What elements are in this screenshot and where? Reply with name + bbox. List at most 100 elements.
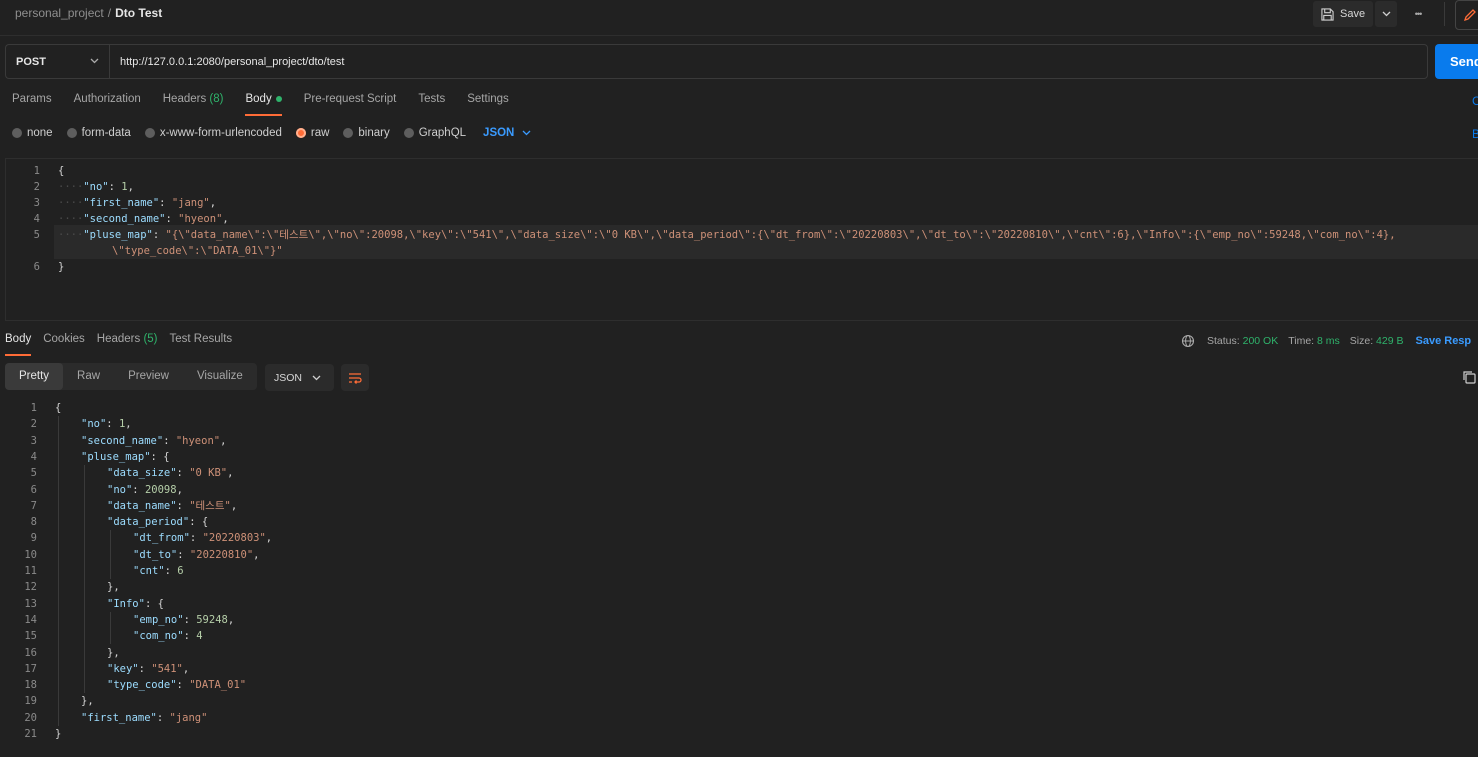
code-line: 18 "type_code": "DATA_01" (0, 677, 1470, 693)
radio-none[interactable]: none (12, 127, 53, 139)
edit-button[interactable] (1455, 0, 1478, 30)
radio-form-data[interactable]: form-data (66, 127, 131, 139)
json-value: 6 (177, 565, 184, 577)
view-preview[interactable]: Preview (114, 363, 183, 390)
line-content: "cnt": 6 (133, 563, 184, 579)
save-button[interactable]: Save (1313, 1, 1373, 27)
beautify-link-clipped[interactable]: B (1472, 127, 1478, 141)
tab-label: Body (5, 333, 32, 345)
body-format-select[interactable]: JSON (483, 127, 531, 139)
line-number: 7 (30, 499, 37, 512)
json-colon: : (189, 532, 203, 545)
json-value: "541" (151, 662, 183, 675)
radio-binary[interactable]: binary (343, 127, 390, 139)
line-content: ····"first_name": "jang", (58, 195, 216, 211)
tab-body[interactable]: Body (245, 93, 282, 116)
response-tab-body[interactable]: Body (5, 333, 32, 356)
line-number: 3 (33, 197, 40, 209)
response-tab-cookies[interactable]: Cookies (43, 333, 85, 355)
body-modified-indicator (275, 95, 282, 102)
line-content: "key": "541", (107, 661, 189, 677)
tab-tests[interactable]: Tests (418, 93, 445, 115)
json-colon: : (163, 434, 176, 447)
indent-guide-line (58, 416, 59, 726)
tab-label: Test Results (169, 333, 233, 345)
wrap-lines-button[interactable] (341, 364, 369, 391)
url-input[interactable]: http://127.0.0.1:2080/personal_project/d… (109, 44, 1428, 79)
save-response-button[interactable]: Save Resp (1416, 335, 1472, 347)
json-key: "pluse_map" (83, 229, 153, 241)
json-colon: : (106, 418, 119, 431)
status-item[interactable]: Status: 200 OK (1207, 335, 1278, 347)
response-format-label: JSON (274, 371, 303, 384)
json-colon: : (177, 548, 190, 561)
tab-pre-request-script[interactable]: Pre-request Script (304, 93, 397, 115)
code-line: 11 "cnt": 6 (0, 563, 1470, 579)
cookies-link-clipped[interactable]: C (1472, 94, 1478, 108)
copy-button[interactable] (1460, 368, 1478, 386)
more-button[interactable]: ••• (1405, 1, 1431, 27)
line-content: "type_code": "DATA_01" (107, 677, 246, 693)
tab-params[interactable]: Params (12, 93, 52, 115)
send-button[interactable]: Send (1435, 44, 1478, 79)
chevron-down-icon (90, 58, 99, 64)
method-select[interactable]: POST (5, 44, 109, 79)
save-label: Save (1340, 8, 1366, 20)
tab-headers[interactable]: Headers (8) (163, 93, 224, 115)
response-format-select[interactable]: JSON (265, 364, 334, 391)
line-content: "no": 20098, (107, 482, 183, 498)
view-visualize[interactable]: Visualize (183, 363, 257, 390)
json-value: "hyeon" (175, 434, 221, 447)
code-line: 5 "data_size": "0 KB", (0, 465, 1470, 481)
code-line: 4 ····"second_name": "hyeon", (6, 211, 1476, 227)
line-content: "Info": { (107, 596, 164, 612)
line-content: "data_size": "0 KB", (107, 465, 233, 481)
headers-count: (8) (209, 93, 224, 105)
radio-x-www-form-urlencoded[interactable]: x-www-form-urlencoded (144, 127, 282, 139)
line-number: 5 (33, 229, 40, 241)
response-tab-test-results[interactable]: Test Results (170, 333, 233, 355)
response-body-viewer[interactable]: 1{2 "no": 1, 3 "second_name": "hyeon", 4 "plu… (0, 400, 1478, 757)
breadcrumb-workspace[interactable]: personal_project (15, 6, 104, 20)
chevron-down-icon (522, 130, 531, 136)
json-colon: : (132, 483, 145, 496)
tab-authorization[interactable]: Authorization (74, 93, 141, 115)
json-colon: : (150, 450, 164, 463)
time-item[interactable]: Time: 8 ms (1288, 335, 1340, 347)
save-options-button[interactable] (1375, 1, 1397, 27)
json-key: "pluse_map" (81, 450, 151, 463)
view-raw[interactable]: Raw (63, 363, 114, 390)
view-pretty[interactable]: Pretty (5, 363, 64, 390)
line-content: "dt_from": "20220803", (133, 530, 272, 546)
chevron-down-icon (1382, 11, 1390, 17)
json-key: "emp_no" (133, 613, 184, 626)
line-number: 3 (30, 434, 37, 447)
radio-label: x-www-form-urlencoded (159, 127, 282, 139)
indent-guide-line (84, 465, 85, 694)
line-number: 21 (24, 728, 37, 740)
line-content: ····"no": 1, (58, 179, 134, 195)
json-key: "no" (107, 483, 133, 496)
globe-icon[interactable] (1181, 334, 1195, 348)
tab-settings[interactable]: Settings (467, 93, 509, 115)
body-type-options: none form-data x-www-form-urlencoded raw… (12, 127, 531, 139)
radio-raw[interactable]: raw (295, 127, 329, 139)
line-content: \"type_code\":\"DATA_01\"}" (112, 243, 283, 259)
request-body-editor[interactable]: 1{2 ····"no": 1, 3 ····"first_name": "jang"… (5, 158, 1478, 321)
radio-circle (343, 128, 354, 138)
json-punctuation: }, (107, 646, 120, 659)
json-value: { (201, 516, 209, 529)
json-key: "no" (83, 181, 109, 193)
size-item[interactable]: Size: 429 B (1350, 335, 1404, 347)
indent-guide: ···· (58, 181, 84, 193)
code-line: 8 "data_period": { (0, 514, 1470, 530)
headers-count: (5) (143, 333, 158, 345)
radio-graphql[interactable]: GraphQL (403, 127, 466, 139)
radio-label: form-data (81, 127, 131, 139)
chevron-down-icon (312, 375, 321, 380)
response-tab-headers[interactable]: Headers (5) (97, 333, 158, 355)
request-title[interactable]: Dto Test (115, 6, 162, 20)
status-value: 200 OK (1242, 335, 1279, 347)
wrap-lines-icon (349, 372, 362, 384)
json-colon: : (152, 229, 166, 241)
